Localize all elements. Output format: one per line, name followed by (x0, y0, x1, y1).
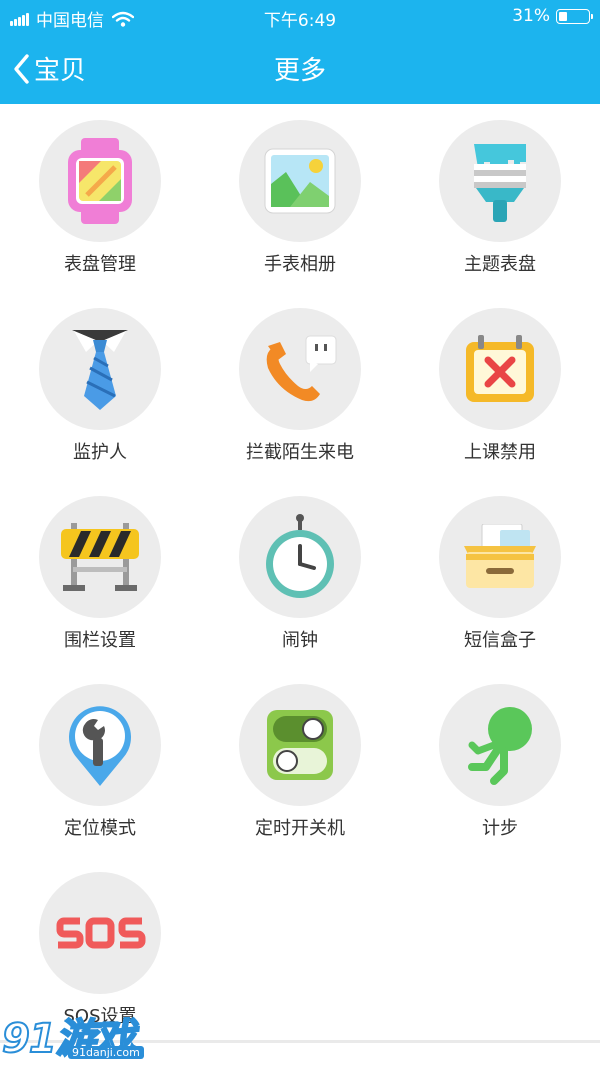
feature-label: 表盘管理 (64, 254, 136, 275)
toggle-switch-icon (267, 710, 333, 780)
feature-label: 定位模式 (64, 818, 136, 839)
message-box-icon (464, 524, 536, 588)
barrier-icon (61, 523, 139, 591)
feature-photo-album[interactable]: 手表相册 (200, 104, 400, 292)
status-time: 下午6:49 (263, 11, 337, 31)
feature-label: 拦截陌生来电 (246, 442, 354, 463)
calendar-x-icon (466, 335, 534, 402)
feature-scheduled-power[interactable]: 定时开关机 (200, 668, 400, 856)
feature-block-unknown-calls[interactable]: 拦截陌生来电 (200, 292, 400, 480)
feature-sms-box[interactable]: 短信盒子 (400, 480, 600, 668)
necktie-icon (72, 330, 128, 410)
paint-brush-icon (474, 144, 526, 222)
feature-alarm[interactable]: 闹钟 (200, 480, 400, 668)
status-bar: 中国电信 下午6:49 31% (0, 0, 600, 34)
feature-label: 监护人 (73, 442, 127, 463)
feature-label: 短信盒子 (464, 630, 536, 651)
phone-block-icon (266, 335, 337, 402)
stopwatch-icon (266, 514, 334, 598)
battery-percent: 31% (512, 6, 550, 26)
feature-label: 主题表盘 (464, 254, 536, 275)
feature-label: 计步 (482, 818, 518, 839)
feature-guardian[interactable]: 监护人 (0, 292, 200, 480)
feature-label: 手表相册 (264, 254, 336, 275)
sos-icon (56, 917, 146, 949)
feature-class-mode[interactable]: 上课禁用 (400, 292, 600, 480)
feature-label: 上课禁用 (464, 442, 536, 463)
feature-location-mode[interactable]: 定位模式 (0, 668, 200, 856)
app-header: 中国电信 下午6:49 31% 宝贝 更多 (0, 0, 600, 104)
runner-icon (468, 707, 532, 785)
watch-face-icon (68, 138, 132, 224)
feature-theme-face[interactable]: 主题表盘 (400, 104, 600, 292)
feature-label: 围栏设置 (64, 630, 136, 651)
battery-icon (556, 8, 593, 24)
feature-label: 闹钟 (282, 630, 318, 651)
feature-label: 定时开关机 (255, 818, 345, 839)
feature-geofence[interactable]: 围栏设置 (0, 480, 200, 668)
photo-album-icon (264, 148, 336, 214)
feature-step-counter[interactable]: 计步 (400, 668, 600, 856)
status-right: 31% (512, 6, 593, 26)
page-title: 更多 (273, 56, 326, 86)
nav-bar: 宝贝 更多 (0, 34, 600, 104)
watermark-url: 91danji.com (68, 1046, 144, 1059)
location-wrench-icon (69, 706, 131, 786)
site-watermark: 91游戏 91danji.com (1, 1006, 144, 1064)
feature-watch-face[interactable]: 表盘管理 (0, 104, 200, 292)
